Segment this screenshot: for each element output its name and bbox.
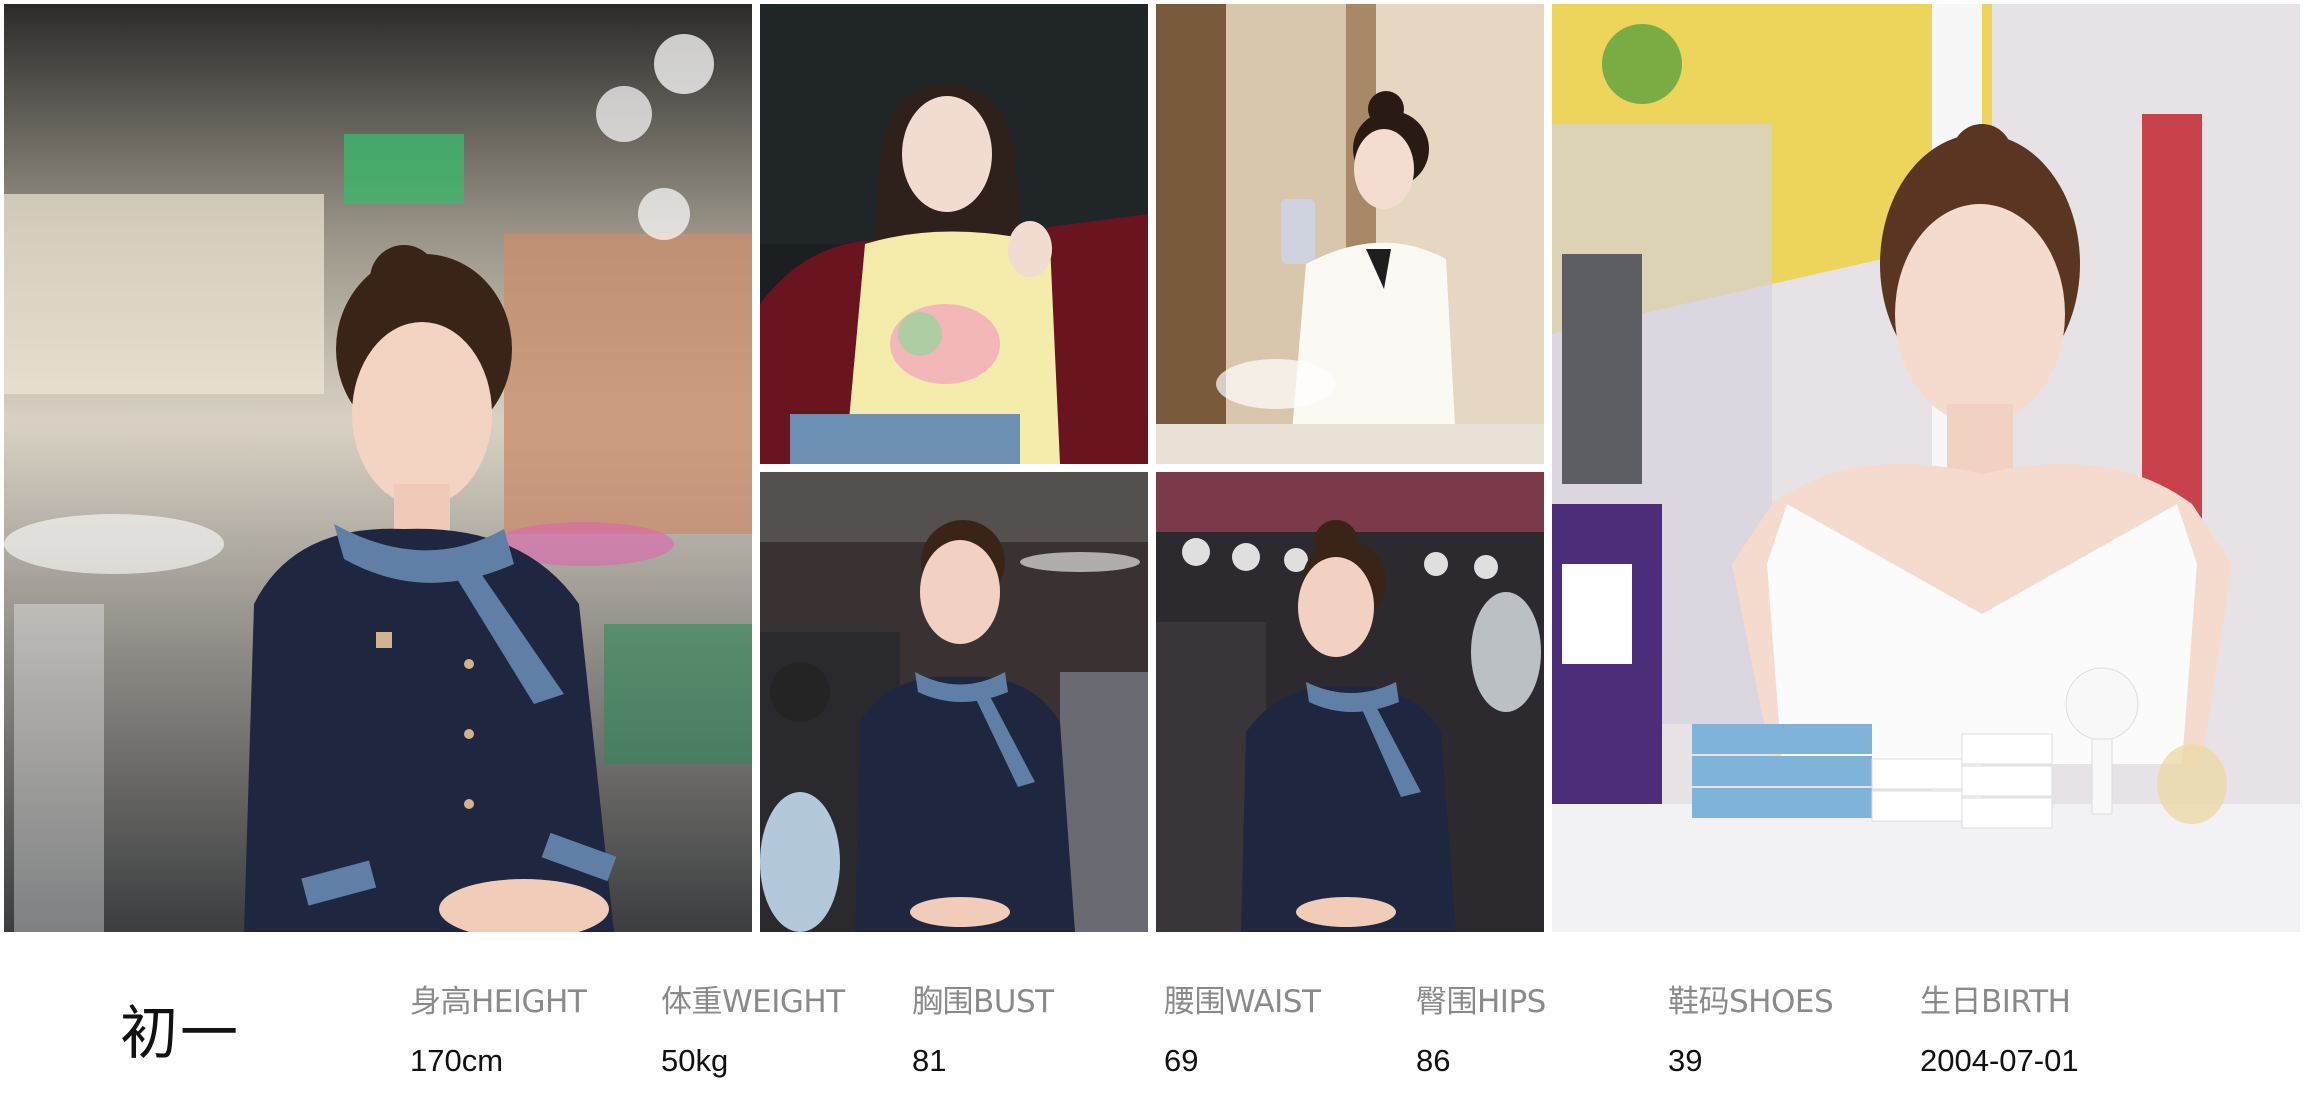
stat-label: 腰围WAIST	[1164, 984, 1321, 1020]
stat-label: 身高HEIGHT	[410, 984, 587, 1020]
photo-uniform-expo-2	[1156, 472, 1544, 932]
stat-value: 2004-07-01	[1920, 1043, 2079, 1078]
stat-weight: 体重WEIGHT 50kg	[661, 976, 845, 1079]
stat-hips: 臀围HIPS 86	[1416, 976, 1546, 1079]
stat-shoes: 鞋码SHOES 39	[1668, 976, 1834, 1079]
stat-label: 生日BIRTH	[1920, 984, 2071, 1020]
stat-label: 胸围BUST	[912, 984, 1054, 1020]
photo-casual-sofa	[760, 4, 1148, 464]
stat-birth: 生日BIRTH 2004-07-01	[1920, 976, 2079, 1079]
model-card: 初一 身高HEIGHT 170cm 体重WEIGHT 50kg 胸围BUST 8…	[0, 0, 2304, 1116]
stat-value: 86	[1416, 1043, 1451, 1078]
model-name: 初一	[120, 999, 241, 1067]
info-bar: 初一 身高HEIGHT 170cm 体重WEIGHT 50kg 胸围BUST 8…	[0, 932, 2304, 1116]
stat-label: 鞋码SHOES	[1668, 984, 1834, 1020]
photo-uniform-expo-1	[760, 472, 1148, 932]
stat-value: 50kg	[661, 1043, 729, 1078]
stat-value: 69	[1164, 1043, 1199, 1078]
stat-value: 39	[1668, 1043, 1703, 1078]
photo-white-dress-booth	[1552, 4, 2300, 932]
stat-waist: 腰围WAIST 69	[1164, 976, 1321, 1079]
stat-height: 身高HEIGHT 170cm	[410, 976, 587, 1079]
stat-value: 81	[912, 1043, 947, 1078]
stat-bust: 胸围BUST 81	[912, 976, 1054, 1079]
stat-label: 臀围HIPS	[1416, 984, 1546, 1020]
photo-mirror-selfie	[1156, 4, 1544, 464]
stat-label: 体重WEIGHT	[661, 984, 845, 1020]
stat-value: 170cm	[410, 1043, 504, 1078]
photo-uniform-portrait-large	[4, 4, 752, 932]
